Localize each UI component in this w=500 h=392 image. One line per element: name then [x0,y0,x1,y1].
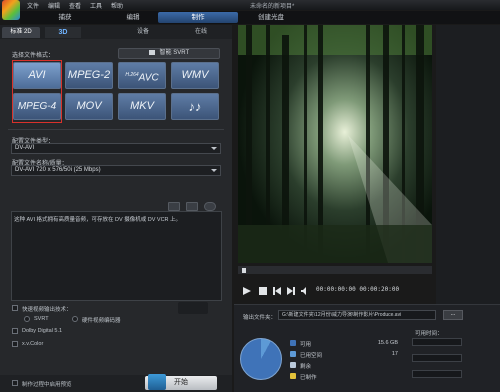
new-profile-icon[interactable] [168,202,180,211]
tab-device[interactable]: 设备 [123,27,163,38]
available-time-box [412,338,462,346]
right-panel [436,25,500,304]
tab-standard-2d[interactable]: 标准 2D [2,27,40,38]
play-icon[interactable] [242,286,252,296]
menu-view[interactable]: 查看 [69,1,81,10]
legend-available-value: 15.6 GB [377,340,398,346]
profile-quality-value: DV-AVI 720 x 576/50i (25 Mbps) [15,167,101,173]
format-section-title: 选择文件格式： [12,53,55,59]
window-title: 未命名的新项目* [250,4,295,10]
browse-button[interactable]: ... [443,310,463,320]
timecode: 00:00:00:00 00:00:20:00 [316,286,400,293]
legend-used-swatch [290,351,296,357]
true-velocity-logo [178,302,208,314]
dolby-checkbox[interactable] [12,328,18,334]
legend-available-swatch [290,340,296,346]
profile-type-dropdown[interactable]: DV-AVI [11,143,221,154]
fast-render-label: 快速视频输出技术： [22,307,72,313]
volume-icon[interactable] [300,286,310,296]
legend-used-label: 已用空间 [300,353,323,359]
svrt-radio[interactable] [24,316,30,322]
profile-description-box [11,211,222,301]
next-frame-icon[interactable] [286,286,296,296]
seek-handle[interactable] [242,268,246,273]
output-path-field[interactable]: G:\新建文件夹\12月份\威力导演\制作影片\Produce.avi [278,310,436,320]
format-mpeg2-button[interactable]: MPEG-2 [65,62,113,89]
smart-svrt-label: 智能 SVRT [159,50,190,56]
output-folder-label: 输出文件夹： [243,315,277,321]
avc-label: AVC [138,72,159,84]
hw-encoder-label: 硬件视频编码器 [82,318,121,324]
svrt-label: SVRT [34,316,49,322]
menu-tools[interactable]: 工具 [90,1,102,10]
seek-bar[interactable] [238,266,432,274]
produce-icon [148,374,166,390]
menu-file[interactable]: 文件 [27,1,39,10]
profile-settings-icon[interactable] [186,202,198,211]
xvcolor-checkbox[interactable] [12,341,18,347]
format-mov-button[interactable]: MOV [65,93,113,120]
disk-usage-pie [240,338,282,380]
legend-produced-label: 已制作 [300,375,317,381]
video-preview [238,25,432,263]
avc-prefix: H.264 [125,72,139,78]
profile-quality-dropdown[interactable]: DV-AVI 720 x 576/50i (25 Mbps) [11,165,221,176]
selection-highlight [12,60,62,123]
tab-3d[interactable]: 3D [45,27,81,38]
legend-remaining-label: 剩余 [300,364,312,370]
preview-while-producing-checkbox[interactable] [12,380,18,386]
chevron-down-icon [211,147,217,150]
chevron-down-icon [211,169,217,172]
forest-preview-image [238,25,432,263]
available-time-label: 可用时间： [415,331,443,337]
stop-icon[interactable] [258,286,268,296]
format-avc-button[interactable]: H.264AVC [118,62,166,89]
app-logo [2,0,20,20]
legend-used-value: 17 [391,351,398,357]
divider [8,129,224,130]
legend-produced-swatch [290,373,296,379]
menu-help[interactable]: 帮助 [111,1,123,10]
tab-3d-label: 3D [58,29,68,36]
mode-capture[interactable]: 捕获 [40,12,90,23]
remaining-time-box [412,370,462,378]
format-audio-button[interactable]: ♪♪ [171,93,219,120]
format-wmv-button[interactable]: WMV [171,62,219,89]
used-time-box [412,354,462,362]
dolby-label: Dolby Digital 5.1 [22,328,63,334]
legend-remaining-swatch [290,362,296,368]
smart-svrt-button[interactable]: 智能 SVRT [118,48,220,59]
profile-description: 这种 AVI 格式拥有高质量音频，可存放在 DV 摄像机或 DV VCR 上。 [14,217,182,223]
legend-available-label: 可用 [300,342,312,348]
svrt-icon [148,49,155,55]
menu-edit[interactable]: 编辑 [48,1,60,10]
format-mkv-button[interactable]: MKV [118,93,166,120]
profile-type-value: DV-AVI [15,145,35,151]
cloud-icon[interactable] [204,202,216,211]
mode-create-disc[interactable]: 创建光盘 [248,12,294,23]
fast-render-checkbox[interactable] [12,305,18,311]
xvcolor-label: x.v.Color [22,341,44,347]
mode-produce[interactable]: 制作 [158,12,238,23]
start-label: 开始 [174,379,188,386]
hw-encoder-radio[interactable] [72,316,78,322]
mode-edit[interactable]: 编辑 [108,12,158,23]
tab-online[interactable]: 在线 [181,27,221,38]
preview-while-producing-label: 制作过程中启用预览 [22,382,72,388]
prev-frame-icon[interactable] [272,286,282,296]
